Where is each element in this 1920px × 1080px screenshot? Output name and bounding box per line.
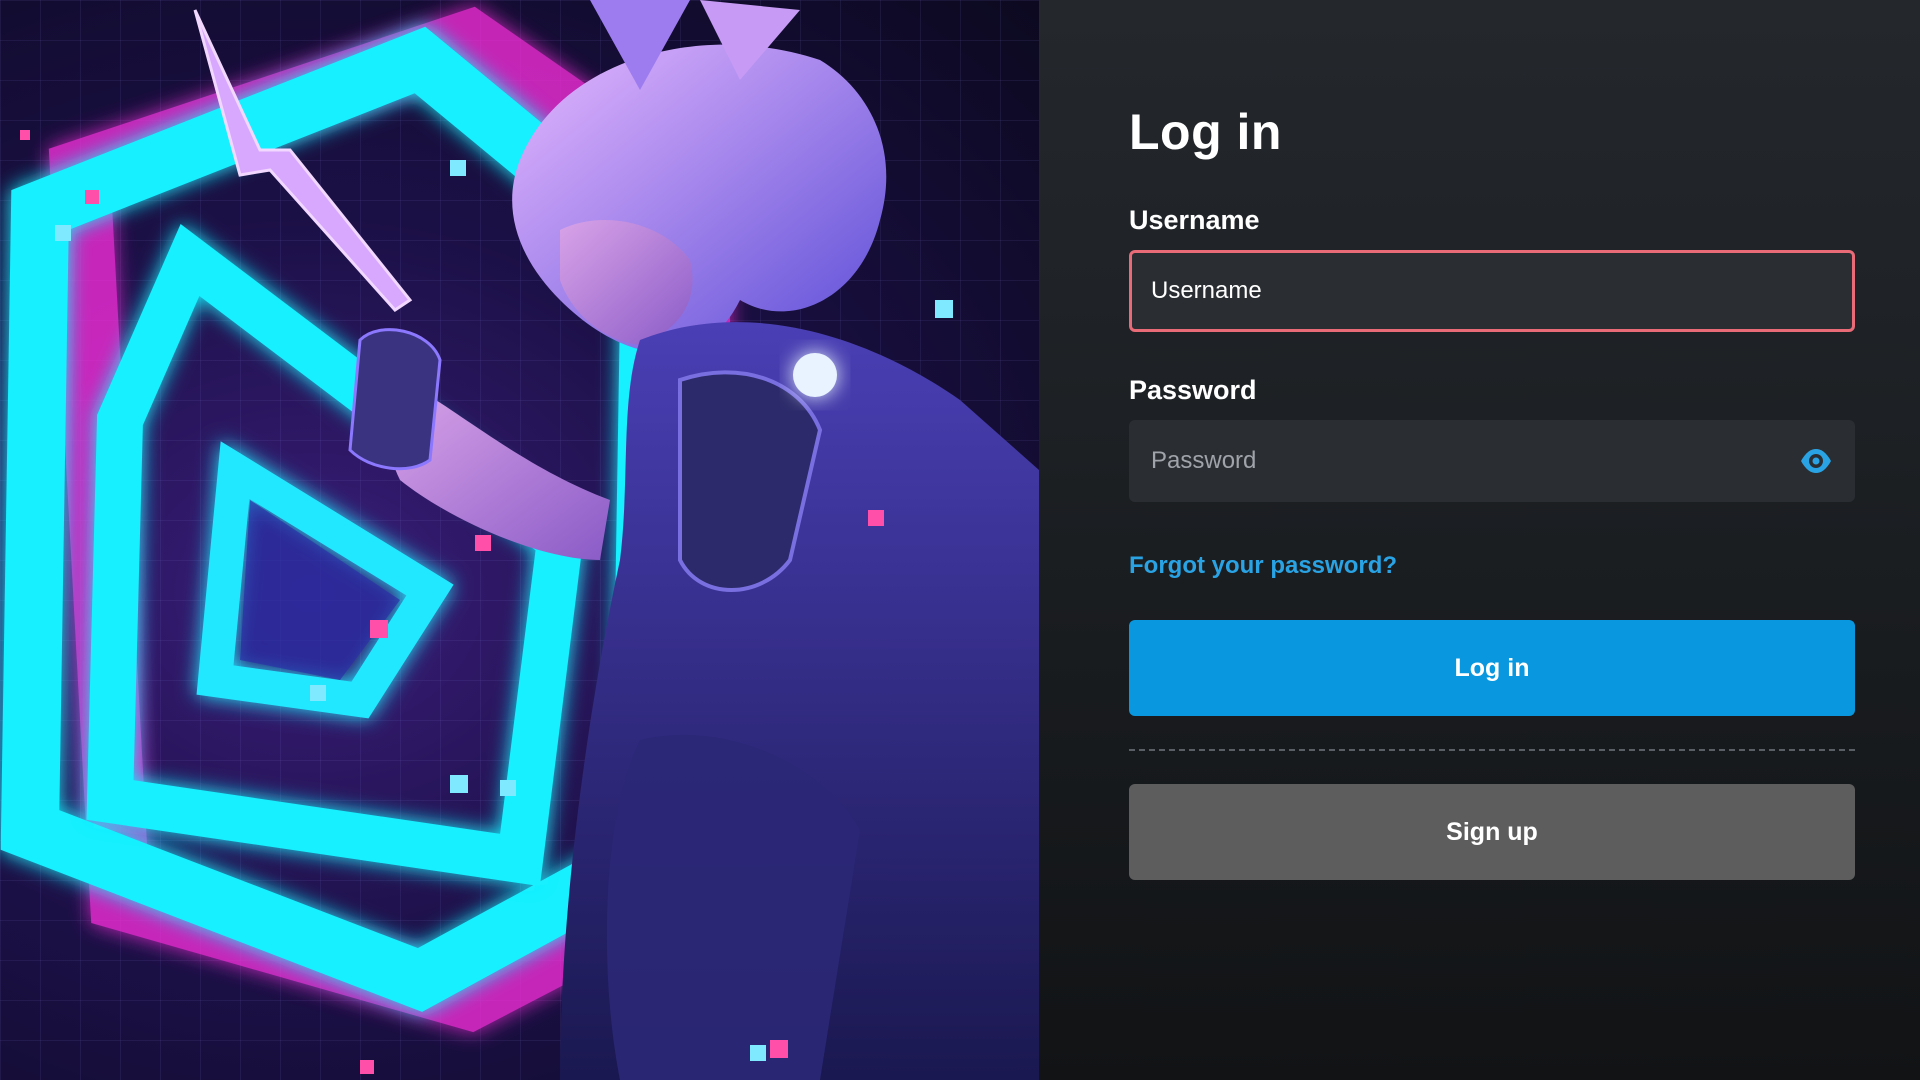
password-label: Password: [1129, 375, 1257, 405]
divider: [1129, 749, 1855, 751]
page-title: Log in: [1129, 104, 1282, 160]
password-input[interactable]: [1129, 420, 1855, 502]
forgot-password-link[interactable]: Forgot your password?: [1129, 548, 1855, 584]
username-field-container: [1129, 250, 1855, 332]
login-button[interactable]: Log in: [1129, 620, 1855, 716]
eye-icon[interactable]: [1799, 447, 1833, 475]
hero-artwork: [0, 0, 1039, 1080]
login-screen: Log in Username Password Forgot your pas…: [0, 0, 1920, 1080]
username-label: Username: [1129, 205, 1260, 235]
signup-button[interactable]: Sign up: [1129, 784, 1855, 880]
login-panel: Log in Username Password Forgot your pas…: [1039, 0, 1920, 1080]
password-field-container: [1129, 420, 1855, 502]
neon-character-artwork: [0, 0, 1039, 1080]
login-form: Log in Username Password Forgot your pas…: [1129, 100, 1855, 880]
username-input[interactable]: [1132, 253, 1852, 329]
